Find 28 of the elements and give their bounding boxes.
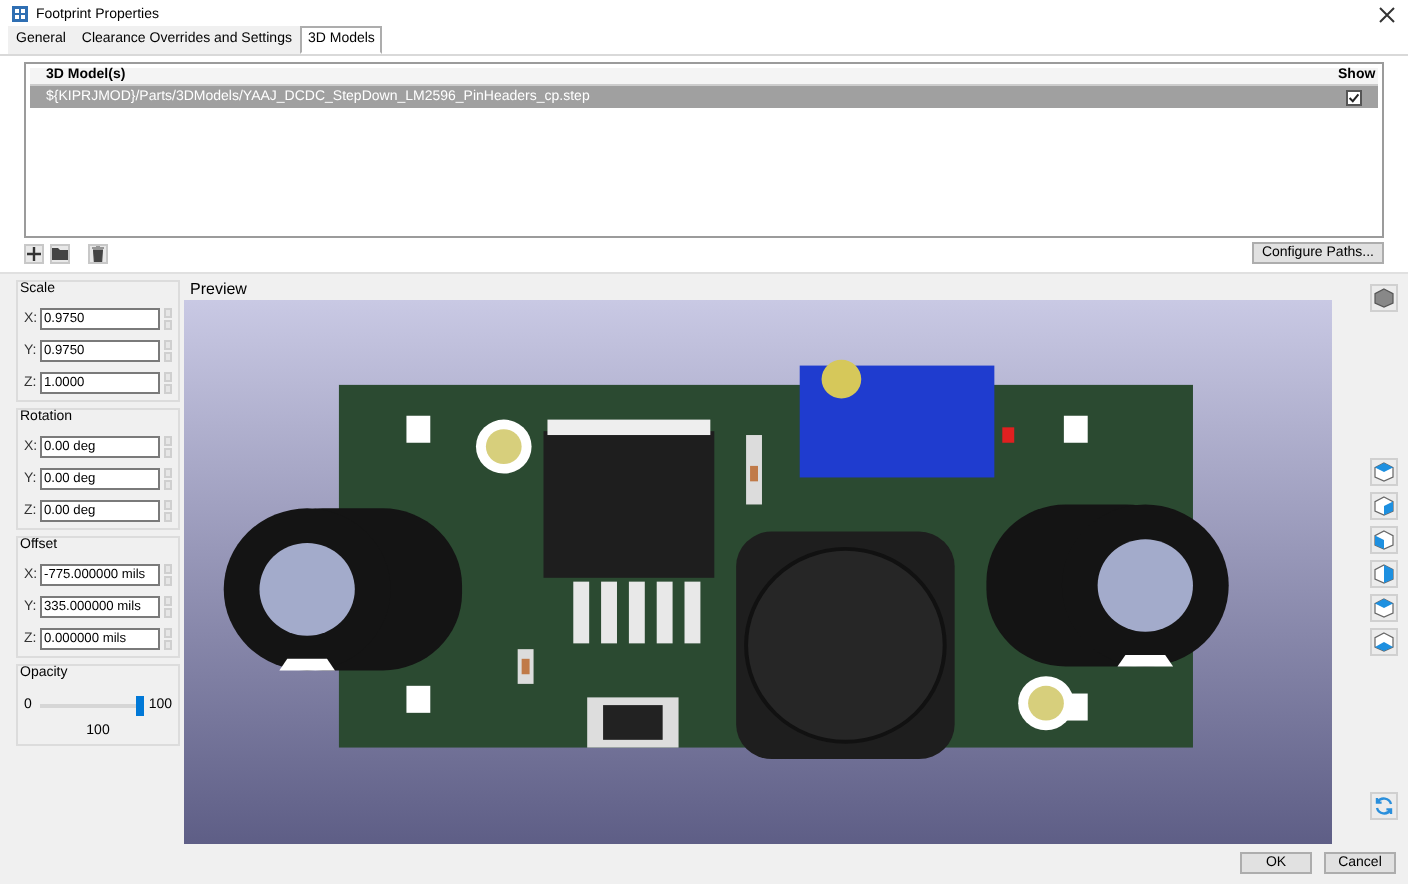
trash-icon	[92, 245, 104, 261]
view-button[interactable]	[1370, 526, 1398, 554]
show-checkbox[interactable]	[1346, 89, 1362, 105]
refresh-icon	[1374, 796, 1394, 816]
browse-button[interactable]	[50, 243, 70, 263]
view-button[interactable]	[1370, 594, 1398, 622]
cube-icon	[1374, 496, 1394, 516]
view-button[interactable]	[1370, 628, 1398, 656]
slider-thumb[interactable]	[136, 695, 145, 715]
add-button[interactable]	[24, 243, 44, 263]
app-icon	[12, 6, 28, 22]
close-icon[interactable]	[1378, 5, 1396, 23]
cube-icon	[1374, 598, 1394, 618]
cube-icon	[1374, 288, 1394, 308]
delete-button[interactable]	[88, 243, 108, 263]
view-button[interactable]	[1370, 560, 1398, 588]
reload-button[interactable]	[1370, 792, 1398, 820]
view-button[interactable]	[1370, 492, 1398, 520]
cube-icon	[1374, 564, 1394, 584]
plus-icon	[26, 245, 42, 261]
preview-title: Preview	[190, 282, 249, 298]
cube-icon	[1374, 632, 1394, 652]
folder-icon	[52, 246, 68, 260]
cube-icon	[1374, 462, 1394, 482]
view-cube-button[interactable]	[1370, 284, 1398, 312]
cube-icon	[1374, 530, 1394, 550]
preview-viewport[interactable]	[184, 300, 1332, 844]
view-button[interactable]	[1370, 458, 1398, 486]
